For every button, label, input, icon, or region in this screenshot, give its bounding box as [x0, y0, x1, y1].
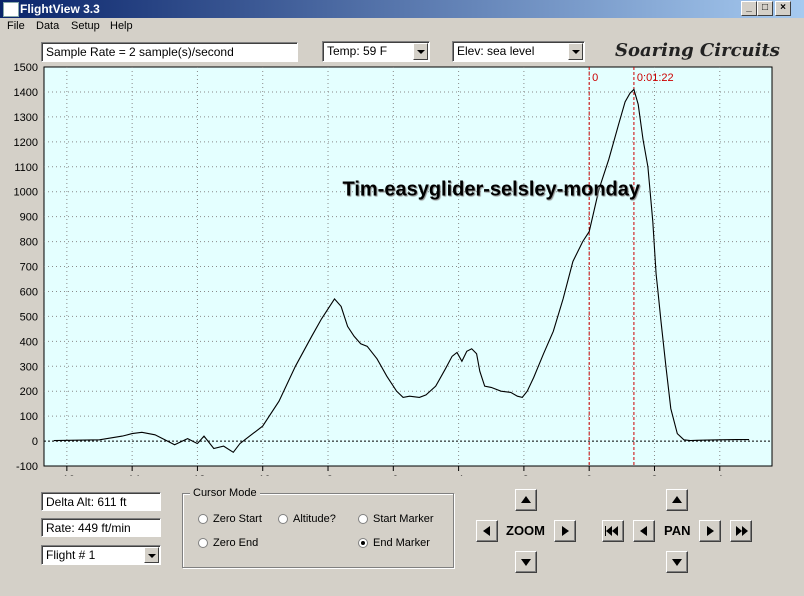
- flight-select[interactable]: Flight # 1: [41, 545, 161, 565]
- menu-data[interactable]: Data: [36, 20, 59, 32]
- radio-altitude[interactable]: Altitude?: [278, 513, 336, 525]
- cursor-mode-label: Cursor Mode: [190, 487, 260, 499]
- radio-label: Zero End: [213, 537, 259, 549]
- title-bar: FlightView 3.3 _ □ ×: [0, 0, 804, 18]
- chevron-down-icon[interactable]: [144, 547, 159, 563]
- temp-select-value: Temp: 59 F: [327, 44, 388, 58]
- y-tick-label: 600: [20, 286, 38, 298]
- y-tick-label: 700: [20, 262, 38, 274]
- y-tick-label: 200: [20, 386, 38, 398]
- x-tick-label: -16: [59, 474, 75, 476]
- x-tick-label: -12: [189, 474, 205, 476]
- sample-rate-field: Sample Rate = 2 sample(s)/second: [41, 42, 298, 62]
- x-tick-label: 4: [717, 474, 723, 476]
- radio-icon: [358, 538, 368, 548]
- y-tick-label: 0: [32, 436, 38, 448]
- menu-help[interactable]: Help: [110, 20, 133, 32]
- radio-icon: [198, 538, 208, 548]
- chart-title: Tim-easyglider-selsley-monday: [342, 178, 640, 200]
- y-tick-label: 900: [20, 212, 38, 224]
- y-tick-label: 1000: [14, 187, 38, 199]
- y-tick-label: 1400: [14, 87, 38, 99]
- delta-alt-field: Delta Alt: 611 ft: [41, 492, 161, 511]
- radio-start-marker[interactable]: Start Marker: [358, 513, 434, 525]
- app-icon: [3, 2, 19, 17]
- start-marker-label: 0: [592, 72, 598, 84]
- radio-end-marker[interactable]: End Marker: [358, 537, 430, 549]
- minimize-button[interactable]: _: [741, 1, 757, 16]
- elevation-select[interactable]: Elev: sea level: [452, 41, 585, 62]
- x-tick-label: -2: [519, 474, 529, 476]
- x-tick-label: -4: [454, 474, 464, 476]
- chevron-down-icon[interactable]: [568, 43, 583, 60]
- y-tick-label: -100: [16, 461, 38, 473]
- pan-left-button[interactable]: [633, 520, 655, 542]
- y-tick-label: 100: [20, 411, 38, 423]
- radio-label: End Marker: [373, 537, 430, 549]
- pan-first-button[interactable]: [602, 520, 624, 542]
- pan-last-button[interactable]: [730, 520, 752, 542]
- menu-file[interactable]: File: [7, 20, 25, 32]
- x-tick-label: 0: [586, 474, 592, 476]
- y-tick-label: 1200: [14, 137, 38, 149]
- window-title: FlightView 3.3: [20, 2, 100, 16]
- menu-bar: File Data Setup Help: [0, 18, 804, 35]
- y-tick-label: 400: [20, 336, 38, 348]
- x-tick-label: -14: [124, 474, 140, 476]
- x-tick-label: 2: [651, 474, 657, 476]
- zoom-in-y-button[interactable]: [515, 489, 537, 511]
- brand-logo: Soaring Circuits: [615, 40, 780, 61]
- y-tick-label: 1500: [14, 62, 38, 74]
- radio-icon: [278, 514, 288, 524]
- radio-zero-end[interactable]: Zero End: [198, 537, 258, 549]
- radio-label: Start Marker: [373, 513, 434, 525]
- end-marker-label: 0:01:22: [637, 72, 674, 84]
- pan-label: PAN: [664, 523, 691, 538]
- pan-right-button[interactable]: [699, 520, 721, 542]
- pan-down-button[interactable]: [666, 551, 688, 573]
- x-tick-label: -6: [388, 474, 398, 476]
- close-button[interactable]: ×: [775, 1, 791, 16]
- cursor-mode-group: [182, 493, 454, 568]
- zoom-out-y-button[interactable]: [515, 551, 537, 573]
- radio-icon: [358, 514, 368, 524]
- zoom-in-x-button[interactable]: [554, 520, 576, 542]
- elevation-select-value: Elev: sea level: [457, 44, 535, 58]
- y-tick-label: 1100: [14, 162, 38, 174]
- pan-up-button[interactable]: [666, 489, 688, 511]
- y-tick-label: 300: [20, 361, 38, 373]
- chevron-down-icon[interactable]: [413, 43, 428, 60]
- y-tick-label: 800: [20, 237, 38, 249]
- temp-select[interactable]: Temp: 59 F: [322, 41, 430, 62]
- rate-field: Rate: 449 ft/min: [41, 518, 161, 537]
- zoom-out-x-button[interactable]: [476, 520, 498, 542]
- maximize-button[interactable]: □: [757, 1, 773, 16]
- altitude-chart[interactable]: 1500140013001200110010009008007006005004…: [0, 60, 804, 476]
- menu-setup[interactable]: Setup: [71, 20, 100, 32]
- radio-label: Altitude?: [293, 513, 336, 525]
- y-tick-label: 1300: [14, 112, 38, 124]
- x-tick-label: -10: [255, 474, 271, 476]
- radio-label: Zero Start: [213, 513, 262, 525]
- zoom-label: ZOOM: [506, 523, 545, 538]
- radio-zero-start[interactable]: Zero Start: [198, 513, 262, 525]
- x-tick-label: -8: [323, 474, 333, 476]
- radio-icon: [198, 514, 208, 524]
- flight-select-value: Flight # 1: [46, 548, 96, 562]
- y-tick-label: 500: [20, 311, 38, 323]
